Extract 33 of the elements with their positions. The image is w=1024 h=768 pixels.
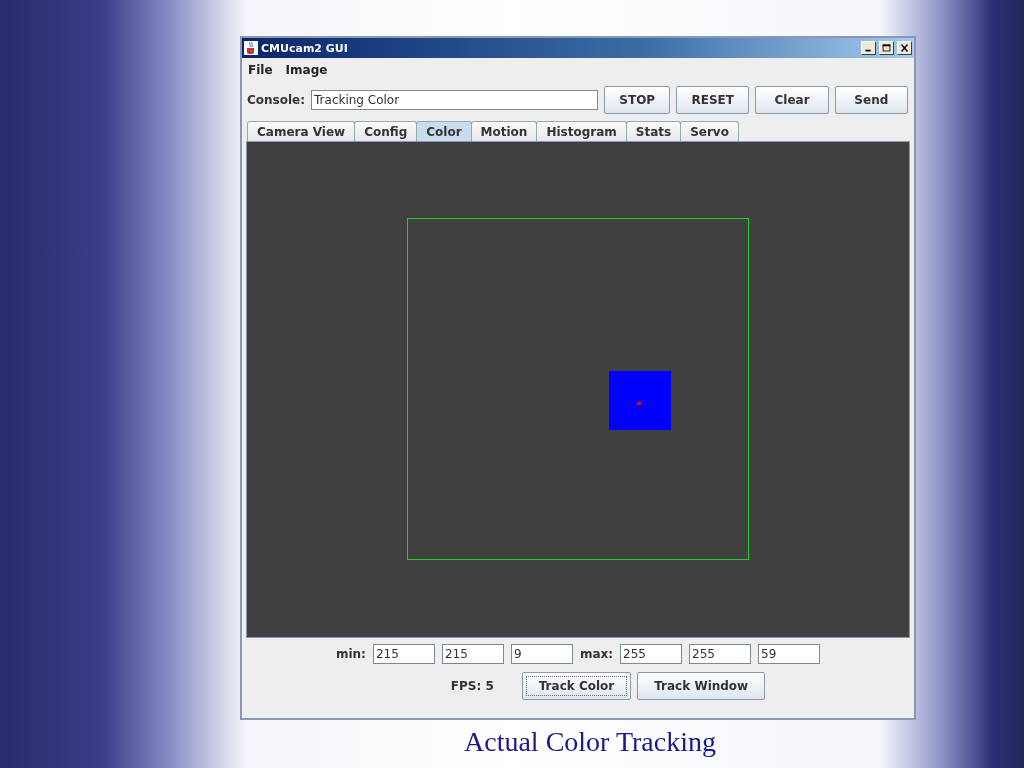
tab[interactable]: Histogram xyxy=(536,121,627,141)
console-field[interactable]: Tracking Color xyxy=(311,90,599,110)
window-title: CMUcam2 GUI xyxy=(261,41,349,55)
min-field[interactable]: 215 xyxy=(441,644,504,664)
min-field[interactable]: 9 xyxy=(510,644,573,664)
max-label: max: xyxy=(579,647,614,661)
toolbar-button[interactable]: RESET xyxy=(676,86,750,114)
toolbar-button[interactable]: STOP xyxy=(604,86,671,114)
console-label: Console: xyxy=(247,93,306,107)
menu-item[interactable]: File xyxy=(248,63,273,77)
fps-readout: FPS: 5 xyxy=(450,679,494,693)
tracked-blob xyxy=(609,371,671,430)
slide-caption: Actual Color Tracking xyxy=(463,726,717,758)
max-field[interactable]: 255 xyxy=(689,644,752,664)
maximize-icon[interactable] xyxy=(879,41,894,55)
coffee-cup-icon xyxy=(244,41,258,55)
max-field[interactable]: 255 xyxy=(620,644,683,664)
minimize-icon[interactable] xyxy=(861,41,876,55)
tab[interactable]: Config xyxy=(354,121,418,141)
tab[interactable]: Color xyxy=(416,121,472,141)
track-button[interactable]: Track Window xyxy=(637,672,766,700)
close-icon[interactable] xyxy=(897,41,912,55)
tab[interactable]: Servo xyxy=(680,121,739,141)
track-button[interactable]: Track Color xyxy=(521,672,632,700)
tab[interactable]: Motion xyxy=(470,121,538,141)
toolbar-button[interactable]: Send xyxy=(834,86,908,114)
max-field[interactable]: 59 xyxy=(758,644,821,664)
tab[interactable]: Stats xyxy=(625,121,682,141)
menu-item[interactable]: Image xyxy=(285,63,328,77)
tab[interactable]: Camera View xyxy=(247,121,356,141)
toolbar-button[interactable]: Clear xyxy=(755,86,829,114)
min-label: min: xyxy=(335,647,366,661)
min-field[interactable]: 215 xyxy=(372,644,435,664)
